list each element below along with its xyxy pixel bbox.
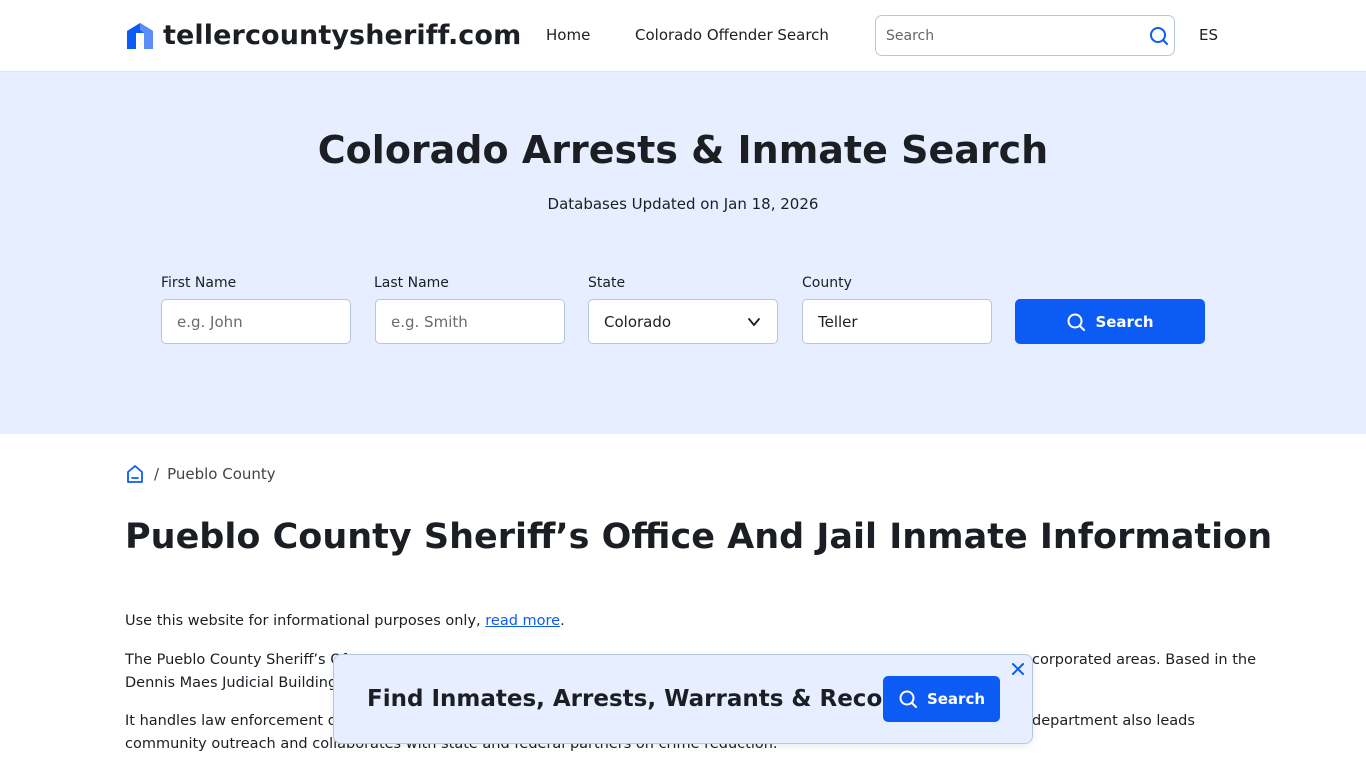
home-icon[interactable] xyxy=(125,464,145,484)
disclaimer-text: Use this website for informational purpo… xyxy=(125,613,486,629)
language-toggle[interactable]: ES xyxy=(1199,26,1218,44)
first-name-label: First Name xyxy=(161,275,237,291)
last-name-field xyxy=(375,299,565,344)
site-header: tellercountysheriff.com Home Colorado Of… xyxy=(0,0,1366,72)
read-more-link[interactable]: read more xyxy=(485,613,560,629)
intro-line-2: Dennis Maes Judicial Building, i xyxy=(125,675,351,691)
intro-line-1-right: corporated areas. Based in the xyxy=(1032,652,1256,668)
county-input[interactable] xyxy=(818,312,978,332)
site-name: tellercountysheriff.com xyxy=(163,20,522,51)
house-logo-icon xyxy=(127,22,153,49)
header-search-input[interactable] xyxy=(886,25,1136,47)
duties-line-1: It handles law enforcement dut xyxy=(125,713,352,729)
hero-search-button[interactable]: Search xyxy=(1015,299,1205,344)
hero-section: Colorado Arrests & Inmate Search Databas… xyxy=(0,72,1366,434)
search-icon xyxy=(899,690,917,708)
state-label: State xyxy=(588,275,626,291)
disclaimer-paragraph: Use this website for informational purpo… xyxy=(125,610,1240,633)
nav-home-link[interactable]: Home xyxy=(546,26,590,44)
state-select[interactable]: Colorado xyxy=(588,299,778,344)
hero-title: Colorado Arrests & Inmate Search xyxy=(317,128,1049,172)
header-search-box xyxy=(875,15,1175,56)
duties-line-1-right: department also leads xyxy=(1032,713,1195,729)
county-label: County xyxy=(802,275,852,291)
first-name-field xyxy=(161,299,351,344)
search-icon[interactable] xyxy=(1148,25,1170,47)
popup-text: Find Inmates, Arrests, Warrants & Record… xyxy=(367,686,924,712)
site-logo[interactable]: tellercountysheriff.com xyxy=(125,20,521,51)
close-icon[interactable] xyxy=(1010,661,1026,677)
last-name-input[interactable] xyxy=(391,312,551,332)
county-field xyxy=(802,299,992,344)
breadcrumb-current: Pueblo County xyxy=(167,465,276,483)
nav-offender-search-link[interactable]: Colorado Offender Search xyxy=(635,26,829,44)
last-name-label: Last Name xyxy=(374,275,449,291)
breadcrumb: / Pueblo County xyxy=(125,464,276,484)
page-title: Pueblo County Sheriff’s Office And Jail … xyxy=(125,517,1273,557)
search-popup-banner: Find Inmates, Arrests, Warrants & Record… xyxy=(333,654,1033,744)
popup-search-button[interactable]: Search xyxy=(883,676,1000,722)
state-select-value: Colorado xyxy=(604,313,672,331)
disclaimer-period: . xyxy=(560,613,565,629)
breadcrumb-separator: / xyxy=(154,465,160,483)
intro-line-1: The Pueblo County Sheriff’s Of xyxy=(125,652,347,668)
popup-search-button-label: Search xyxy=(926,690,986,708)
hero-search-button-label: Search xyxy=(1095,312,1154,331)
first-name-input[interactable] xyxy=(177,312,337,332)
hero-subtitle: Databases Updated on Jan 18, 2026 xyxy=(547,195,819,213)
chevron-down-icon xyxy=(748,318,760,326)
search-icon xyxy=(1067,313,1086,331)
